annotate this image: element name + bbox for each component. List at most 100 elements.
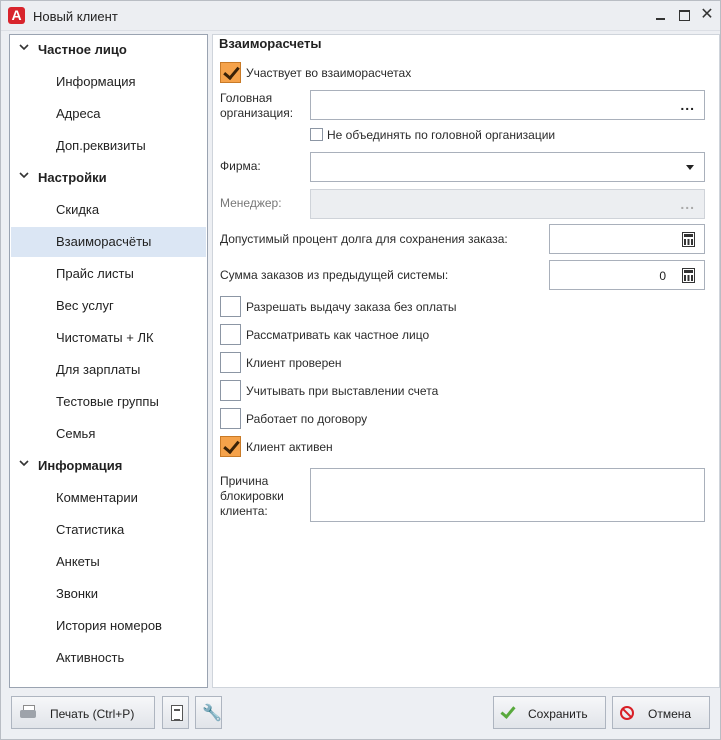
save-button[interactable]: Сохранить	[493, 696, 606, 729]
nav-item-label: Взаиморасчёты	[56, 234, 152, 249]
nav-item-discount[interactable]: Скидка	[11, 195, 206, 225]
nav-item-label: Комментарии	[56, 490, 138, 505]
nav-group-information[interactable]: Информация	[11, 451, 206, 481]
works-by-contract-checkbox[interactable]	[220, 408, 241, 429]
nav-item-calls[interactable]: Звонки	[11, 579, 206, 609]
nav-item-information[interactable]: Информация	[11, 67, 206, 97]
no-merge-checkbox[interactable]	[310, 128, 323, 141]
invoice-consider-label: Учитывать при выставлении счета	[246, 384, 439, 398]
nav-item-label: Чистоматы + ЛК	[56, 330, 154, 345]
nav-group-private-person[interactable]: Частное лицо	[11, 35, 206, 65]
wrench-icon: 🔧	[202, 705, 222, 722]
works-by-contract-label: Работает по договору	[246, 412, 368, 426]
nav-item-family[interactable]: Семья	[11, 419, 206, 449]
nav-item-label: Анкеты	[56, 554, 100, 569]
prev-orders-value: 0	[659, 269, 666, 283]
app-logo-icon: A	[8, 7, 25, 24]
cancel-icon	[620, 706, 634, 720]
minimize-button[interactable]	[654, 8, 668, 22]
window-title: Новый клиент	[33, 9, 118, 24]
no-merge-label: Не объединять по головной организации	[327, 128, 556, 142]
head-org-label-line2: организация:	[220, 106, 294, 120]
manager-label: Менеджер:	[220, 196, 282, 210]
nav-item-number-history[interactable]: История номеров	[11, 611, 206, 641]
print-button[interactable]: Печать (Ctrl+P)	[11, 696, 155, 729]
allow-no-payment-label: Разрешать выдачу заказа без оплаты	[246, 300, 457, 314]
calculator-icon[interactable]	[682, 232, 695, 247]
print-preview-icon	[171, 705, 183, 721]
head-org-field[interactable]: ...	[310, 90, 705, 120]
nav-group-settings[interactable]: Настройки	[11, 163, 206, 193]
debt-percent-label: Допустимый процент долга для сохранения …	[220, 232, 508, 246]
section-title: Взаиморасчеты	[219, 36, 322, 51]
print-button-label: Печать (Ctrl+P)	[50, 707, 135, 721]
client-active-checkbox[interactable]	[220, 436, 241, 457]
nav-item-service-weight[interactable]: Вес услуг	[11, 291, 206, 321]
block-reason-label-line1: Причина	[220, 474, 269, 488]
nav-item-chistomaty[interactable]: Чистоматы + ЛК	[11, 323, 206, 353]
nav-item-questionnaires[interactable]: Анкеты	[11, 547, 206, 577]
nav-item-label: Скидка	[56, 202, 100, 217]
manager-field: ...	[310, 189, 705, 219]
treat-as-private-label: Рассматривать как частное лицо	[246, 328, 430, 342]
nav-item-label: Семья	[56, 426, 96, 441]
nav-item-label: Для зарплаты	[56, 362, 141, 377]
calculator-icon[interactable]	[682, 268, 695, 283]
dropdown-arrow-icon	[686, 165, 694, 170]
nav-item-salary[interactable]: Для зарплаты	[11, 355, 206, 385]
prev-orders-label: Сумма заказов из предыдущей системы:	[220, 268, 449, 282]
nav-item-label: Информация	[56, 74, 136, 89]
nav-item-label: Адреса	[56, 106, 101, 121]
nav-group-label: Информация	[38, 458, 123, 473]
nav-item-label: История номеров	[56, 618, 162, 633]
nav-item-test-groups[interactable]: Тестовые группы	[11, 387, 206, 417]
nav-item-comments[interactable]: Комментарии	[11, 483, 206, 513]
ellipsis-button[interactable]: ...	[680, 97, 695, 113]
save-button-label: Сохранить	[528, 707, 588, 721]
client-active-label: Клиент активен	[246, 440, 333, 454]
checkmark-icon	[500, 703, 516, 719]
chevron-down-icon	[19, 44, 29, 51]
block-reason-label-line3: клиента:	[220, 504, 268, 518]
nav-item-settlements[interactable]: Взаиморасчёты	[11, 227, 206, 257]
nav-item-extra-details[interactable]: Доп.реквизиты	[11, 131, 206, 161]
debt-percent-input[interactable]	[549, 224, 705, 254]
participates-label: Участвует во взаиморасчетах	[246, 66, 412, 80]
cancel-button[interactable]: Отмена	[612, 696, 710, 729]
nav-group-label: Частное лицо	[38, 42, 127, 57]
chevron-down-icon	[19, 460, 29, 467]
allow-no-payment-checkbox[interactable]	[220, 296, 241, 317]
invoice-consider-checkbox[interactable]	[220, 380, 241, 401]
head-org-label-line1: Головная	[220, 91, 273, 105]
navigation-tree: Частное лицо Информация Адреса Доп.рекви…	[9, 34, 208, 688]
nav-item-label: Статистика	[56, 522, 125, 537]
nav-item-activity[interactable]: Активность	[11, 643, 206, 673]
maximize-button[interactable]	[678, 8, 692, 22]
dialog-window: A Новый клиент ✕ Частное лицо Информация…	[0, 0, 721, 740]
nav-item-label: Доп.реквизиты	[56, 138, 146, 153]
block-reason-textarea[interactable]	[310, 468, 705, 522]
nav-item-addresses[interactable]: Адреса	[11, 99, 206, 129]
tools-button[interactable]: 🔧	[195, 696, 222, 729]
client-verified-checkbox[interactable]	[220, 352, 241, 373]
nav-item-label: Активность	[56, 650, 125, 665]
nav-group-label: Настройки	[38, 170, 107, 185]
preview-button[interactable]	[162, 696, 189, 729]
client-verified-label: Клиент проверен	[246, 356, 342, 370]
firm-select[interactable]	[310, 152, 705, 182]
title-bar: A Новый клиент ✕	[1, 1, 720, 31]
block-reason-label-line2: блокировки	[220, 489, 284, 503]
treat-as-private-checkbox[interactable]	[220, 324, 241, 345]
nav-item-label: Звонки	[56, 586, 98, 601]
nav-item-statistics[interactable]: Статистика	[11, 515, 206, 545]
chevron-down-icon	[19, 172, 29, 179]
nav-item-label: Вес услуг	[56, 298, 114, 313]
printer-icon	[20, 705, 36, 720]
ellipsis-button: ...	[680, 196, 695, 212]
participates-checkbox[interactable]	[220, 62, 241, 83]
prev-orders-input[interactable]: 0	[549, 260, 705, 290]
nav-item-label: Тестовые группы	[56, 394, 159, 409]
nav-item-price-lists[interactable]: Прайс листы	[11, 259, 206, 289]
cancel-button-label: Отмена	[648, 707, 692, 721]
close-button[interactable]: ✕	[700, 7, 714, 23]
